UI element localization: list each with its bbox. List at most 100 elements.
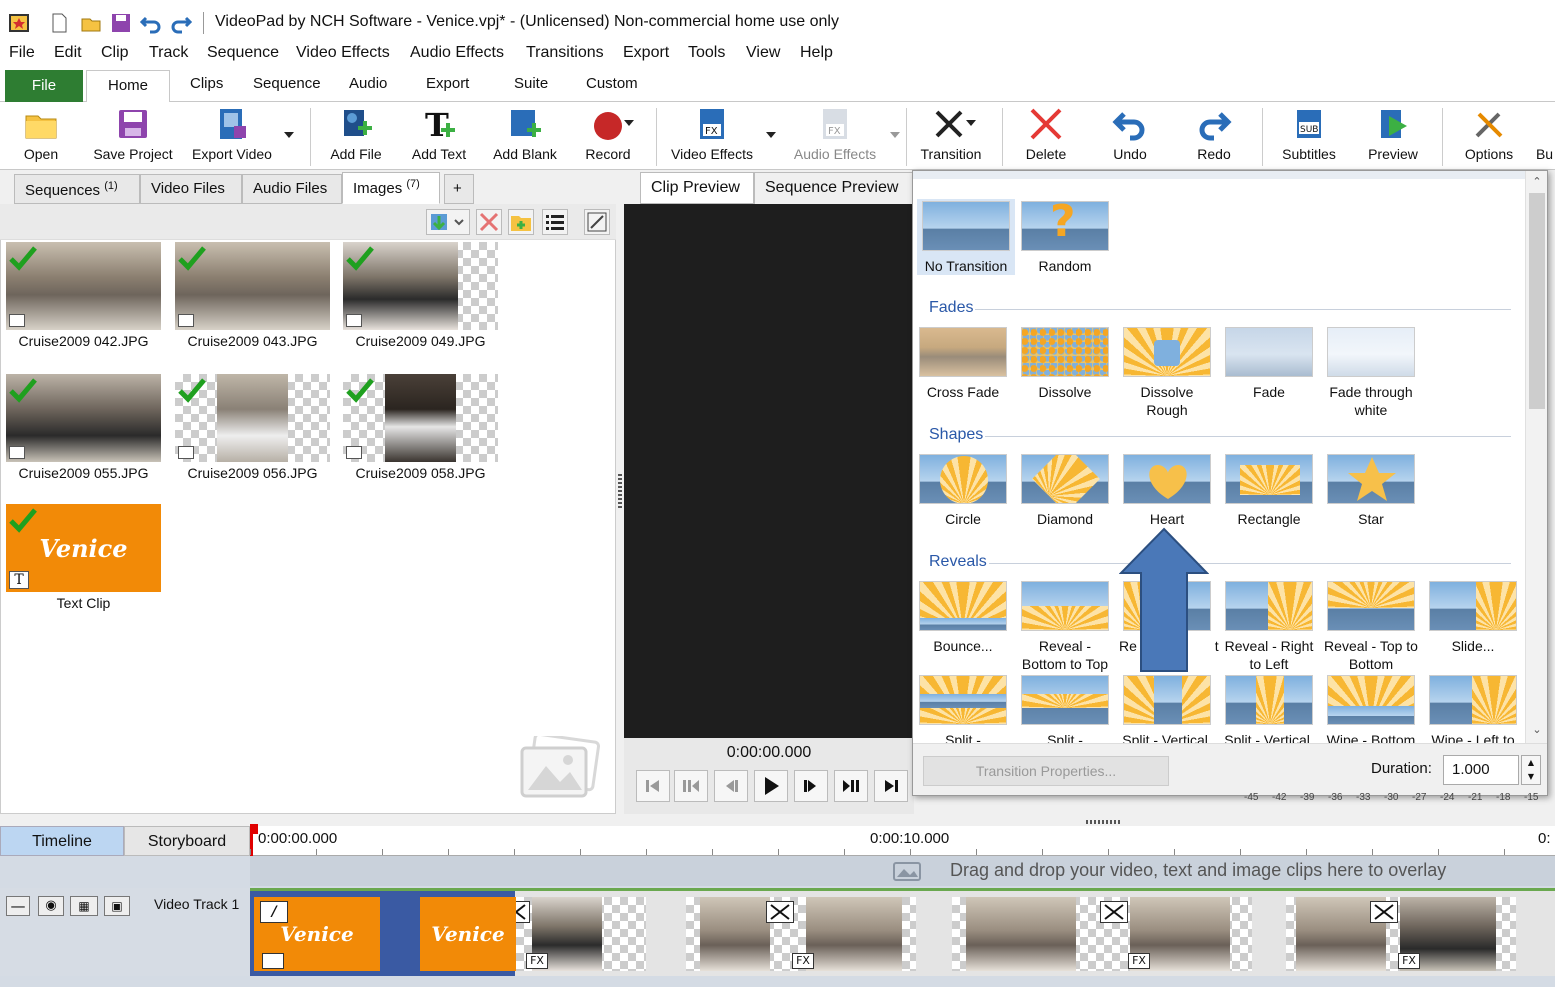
timeline-clip[interactable]: Venice [420, 897, 516, 971]
menu-video-effects[interactable]: Video Effects [296, 44, 390, 62]
transition-properties-button[interactable]: Transition Properties... [923, 756, 1169, 786]
open-button[interactable]: Open [18, 106, 64, 168]
menu-transitions[interactable]: Transitions [526, 44, 604, 62]
stepper-up-icon[interactable]: ▲ [1522, 756, 1540, 770]
time-ruler[interactable]: 0:00:00.000 0:00:10.000 0: [250, 824, 1555, 856]
preview-button[interactable]: Preview [1362, 106, 1424, 168]
timeline-clip[interactable]: FX [952, 897, 1252, 971]
transition-wipe-left[interactable]: Wipe - Left to [1425, 675, 1521, 749]
duration-input[interactable]: 1.000 [1443, 755, 1519, 785]
tab-images[interactable]: Images (7) [342, 172, 440, 204]
record-dropdown-icon[interactable] [624, 120, 634, 126]
new-icon[interactable] [48, 12, 70, 34]
redo-icon[interactable] [170, 12, 192, 34]
transition-star[interactable]: Star [1323, 454, 1419, 528]
previous-clip-button[interactable] [674, 770, 708, 802]
menu-edit[interactable]: Edit [54, 44, 82, 62]
audio-effects-button[interactable]: FX Audio Effects [788, 106, 882, 168]
next-clip-button[interactable] [834, 770, 868, 802]
transition-split-vertical[interactable]: Split - Vertical, [1221, 675, 1317, 749]
gallery-scrollbar[interactable]: ⌃ ⌄ [1525, 171, 1547, 743]
tab-custom[interactable]: Custom [586, 75, 638, 92]
media-item[interactable]: Cruise2009 042.JPG [6, 242, 161, 349]
fx-icon[interactable]: FX [792, 953, 814, 969]
timeline-splitter[interactable] [1086, 820, 1120, 824]
step-back-button[interactable] [714, 770, 748, 802]
transition-marker-icon[interactable] [1370, 901, 1398, 923]
tab-clip-preview[interactable]: Clip Preview [640, 172, 754, 204]
stepper-down-icon[interactable]: ▼ [1522, 770, 1540, 784]
new-folder-button[interactable] [508, 209, 534, 235]
menu-clip[interactable]: Clip [101, 44, 129, 62]
timeline-clip[interactable]: FX [686, 897, 916, 971]
timeline-clip[interactable]: FX [1286, 897, 1516, 971]
playhead-handle[interactable] [250, 824, 258, 834]
duration-stepper[interactable]: ▲ ▼ [1521, 755, 1541, 785]
menu-audio-effects[interactable]: Audio Effects [410, 44, 504, 62]
transition-split[interactable]: Split - [915, 675, 1011, 749]
timeline-clip[interactable]: FX [516, 897, 646, 971]
transition-diamond[interactable]: Diamond [1017, 454, 1113, 528]
media-item[interactable]: Cruise2009 049.JPG [343, 242, 498, 349]
transition-rectangle[interactable]: Rectangle [1221, 454, 1317, 528]
media-item[interactable]: Cruise2009 058.JPG [343, 374, 498, 481]
transition-random[interactable]: ? Random [1017, 201, 1113, 275]
transition-cross-fade[interactable]: Cross Fade [915, 327, 1011, 401]
save-project-button[interactable]: Save Project [88, 106, 178, 168]
tab-storyboard[interactable]: Storyboard [124, 826, 250, 856]
menu-help[interactable]: Help [800, 44, 833, 62]
add-bin-button[interactable]: + [444, 174, 474, 204]
fx-icon[interactable]: FX [1398, 953, 1420, 969]
transition-slide[interactable]: Slide... [1425, 581, 1521, 655]
tab-file[interactable]: File [5, 70, 83, 102]
transition-marker-icon[interactable]: / [260, 901, 288, 923]
video-effects-dropdown-icon[interactable] [766, 132, 776, 138]
record-button[interactable]: Record [578, 106, 638, 168]
menu-view[interactable]: View [746, 44, 780, 62]
scroll-up-icon[interactable]: ⌃ [1530, 175, 1544, 189]
add-text-button[interactable]: T Add Text [406, 106, 472, 168]
add-blank-button[interactable]: Add Blank [488, 106, 562, 168]
menu-track[interactable]: Track [149, 44, 188, 62]
transition-fade-through-white[interactable]: Fade through white [1323, 327, 1419, 419]
step-forward-button[interactable] [794, 770, 828, 802]
blend-icon[interactable]: ▦ [70, 896, 98, 916]
menu-tools[interactable]: Tools [688, 44, 725, 62]
transition-button[interactable]: Transition [914, 106, 988, 168]
video-effects-button[interactable]: FX Video Effects [666, 106, 758, 168]
collapse-button[interactable]: — [6, 896, 30, 916]
list-view-button[interactable] [542, 209, 568, 235]
menu-export[interactable]: Export [623, 44, 669, 62]
tab-sequences[interactable]: Sequences (1) [14, 174, 140, 204]
resize-button[interactable] [584, 209, 610, 235]
transition-dissolve-rough[interactable]: Dissolve Rough [1119, 327, 1215, 419]
tab-video-files[interactable]: Video Files [140, 174, 242, 204]
transition-reveal-right-to-left[interactable]: Reveal - Right to Left [1221, 581, 1317, 673]
transition-reveal-top-to-bottom[interactable]: Reveal - Top to Bottom [1323, 581, 1419, 673]
transition-split-vertical[interactable]: Split - Vertical, [1119, 675, 1215, 749]
sort-button[interactable] [426, 209, 470, 235]
transition-bounce[interactable]: Bounce... [915, 581, 1011, 655]
eye-icon[interactable]: ◉ [38, 896, 64, 916]
lock-icon[interactable]: ▣ [104, 896, 130, 916]
open-project-icon[interactable] [80, 12, 102, 34]
undo-icon[interactable] [140, 12, 162, 34]
timeline-clip[interactable]: Venice / FX [254, 897, 380, 971]
add-file-button[interactable]: Add File [326, 106, 386, 168]
video-track[interactable]: Venice / FX Venice FX FX FX FX [250, 888, 1555, 976]
subtitles-button[interactable]: SUB Subtitles [1276, 106, 1342, 168]
transition-wipe-bottom[interactable]: Wipe - Bottom [1323, 675, 1419, 749]
fx-icon[interactable]: FX [1128, 953, 1150, 969]
export-video-button[interactable]: Export Video [188, 106, 276, 168]
fx-icon[interactable]: FX [262, 953, 284, 969]
export-dropdown-icon[interactable] [284, 132, 294, 138]
menu-file[interactable]: File [9, 44, 35, 62]
panel-splitter[interactable] [616, 174, 624, 814]
options-button[interactable]: Options [1458, 106, 1520, 168]
tab-sequence-preview[interactable]: Sequence Preview [754, 172, 914, 204]
buy-button[interactable]: Bu [1534, 106, 1555, 168]
transition-dissolve[interactable]: Dissolve [1017, 327, 1113, 401]
transition-dropdown-icon[interactable] [966, 120, 976, 126]
tab-timeline[interactable]: Timeline [0, 826, 124, 856]
media-item[interactable]: Cruise2009 056.JPG [175, 374, 330, 481]
